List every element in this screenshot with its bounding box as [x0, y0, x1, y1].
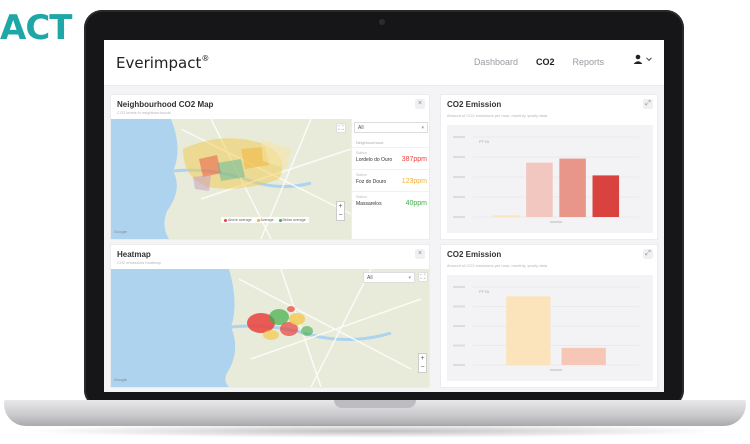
zoom-in-button[interactable]: +: [337, 202, 344, 211]
panel-subtitle: Amount of CO2 emissions per hour, monthl…: [447, 263, 547, 268]
y-tick-placeholder: [453, 156, 465, 158]
station-meta: Station: [356, 173, 367, 177]
legend-item: Below average: [278, 218, 306, 222]
chevron-down-icon: ▾: [421, 125, 424, 131]
chevron-down-icon: [646, 57, 652, 62]
panel-title: CO2 Emission: [447, 250, 502, 259]
legend-item: Average: [256, 218, 274, 222]
y-tick-placeholder: [453, 136, 465, 138]
zoom-in-button[interactable]: +: [419, 354, 426, 363]
x-tick-placeholder: [550, 221, 562, 223]
chart-bar: [526, 162, 553, 217]
app-header: Everimpact® Dashboard CO2 Reports: [104, 40, 664, 86]
y-tick-placeholder: [453, 216, 465, 218]
close-icon[interactable]: ×: [415, 99, 425, 109]
y-tick-placeholder: [453, 286, 465, 288]
station-value: 40ppm: [405, 200, 427, 207]
station-row[interactable]: Station Foz do Douro 123ppm: [352, 169, 429, 191]
y-tick-placeholder: [453, 344, 465, 347]
nav-reports[interactable]: Reports: [572, 57, 604, 67]
logo-mark: ®: [201, 54, 210, 63]
chart-bar: [561, 347, 606, 365]
main-nav: Dashboard CO2 Reports: [474, 57, 604, 67]
map-credit: Google: [114, 229, 127, 234]
heatmap-map[interactable]: Google All ▾ ⛶ + −: [111, 269, 429, 387]
map-zoom-control: + −: [336, 201, 345, 221]
chart-bar: [506, 296, 551, 365]
laptop-shadow: [20, 424, 730, 438]
chart-bar: [559, 158, 586, 217]
neighbourhood-map[interactable]: Above average Average Below average Goog…: [111, 119, 429, 239]
legend-item: Above average: [224, 218, 252, 222]
legend-label: Above average: [228, 218, 252, 222]
logo-text: Everimpact: [116, 54, 202, 72]
laptop-lid: Everimpact® Dashboard CO2 Reports Neighb…: [84, 10, 684, 408]
panel-title: Neighbourhood CO2 Map: [117, 100, 214, 109]
expand-icon[interactable]: ⤢: [643, 249, 653, 259]
panel-title: CO2 Emission: [447, 100, 502, 109]
chart-bar: [592, 175, 620, 217]
panel-subtitle: CO2 emissions heatmap: [117, 260, 161, 265]
y-tick-placeholder: [453, 176, 465, 178]
heatmap-graphic: [111, 269, 429, 387]
chart-bar: [492, 215, 520, 217]
series-label: PTYA: [479, 139, 489, 144]
station-row[interactable]: Station Lordelo do Ouro 387ppm: [352, 147, 429, 169]
station-filter-dropdown[interactable]: All ▾: [354, 122, 428, 133]
user-menu[interactable]: [633, 54, 652, 64]
map-legend: Above average Average Below average: [221, 217, 309, 223]
y-tick-placeholder: [453, 305, 465, 308]
zoom-out-button[interactable]: −: [337, 211, 344, 220]
station-meta: Station: [356, 151, 367, 155]
fullscreen-icon[interactable]: ⛶: [336, 123, 346, 133]
close-icon[interactable]: ×: [415, 249, 425, 259]
camera: [379, 19, 385, 25]
map-credit: Google: [114, 377, 127, 382]
chevron-down-icon: ▾: [408, 275, 411, 281]
zoom-out-button[interactable]: −: [419, 363, 426, 372]
nav-co2[interactable]: CO2: [536, 57, 555, 67]
emission-chart: PTYA: [453, 286, 639, 371]
co2-emission-panel: CO2 Emission Amount of CO2 emissions per…: [440, 244, 658, 388]
legend-label: Below average: [282, 218, 306, 222]
panel-title: Heatmap: [117, 250, 151, 259]
panel-subtitle: CO2 levels in neighbourhoods: [117, 110, 171, 115]
station-list-header: Neighbourhood: [356, 140, 384, 145]
y-tick-placeholder: [453, 196, 465, 198]
map-zoom-control: + −: [418, 353, 427, 373]
expand-icon[interactable]: ⤢: [643, 99, 653, 109]
x-tick-placeholder: [550, 369, 562, 371]
laptop-base: [4, 400, 746, 426]
brand-logo-fragment: ACT: [0, 8, 72, 48]
legend-label: Average: [260, 218, 274, 222]
y-tick-placeholder: [453, 325, 465, 327]
laptop-screen: Everimpact® Dashboard CO2 Reports Neighb…: [104, 40, 664, 392]
y-tick-placeholder: [453, 364, 465, 366]
chart-area: PTYA: [447, 125, 653, 233]
panel-subtitle: Amount of CO2 emissions per hour, monthl…: [447, 113, 547, 118]
heatmap-filter-dropdown[interactable]: All ▾: [363, 272, 415, 283]
station-row[interactable]: Station Massarelos 40ppm: [352, 191, 429, 213]
co2-emission-panel: CO2 Emission Amount of CO2 emissions per…: [440, 94, 658, 240]
dropdown-value: All: [367, 275, 373, 281]
nav-dashboard[interactable]: Dashboard: [474, 57, 518, 67]
station-meta: Station: [356, 195, 367, 199]
laptop-base-notch: [334, 400, 416, 408]
heatmap-panel: Heatmap CO2 emissions heatmap × Google A…: [110, 244, 430, 388]
emission-chart: PTYA: [453, 136, 639, 223]
dropdown-value: All: [358, 125, 364, 131]
neighbourhood-map-panel: Neighbourhood CO2 Map CO2 levels in neig…: [110, 94, 430, 240]
series-label: PTYA: [479, 289, 489, 294]
chart-area: PTYA: [447, 275, 653, 381]
app-logo[interactable]: Everimpact®: [116, 54, 209, 72]
station-value: 123ppm: [401, 178, 427, 185]
station-list: All ▾ Neighbourhood Station Lordelo do O…: [351, 119, 429, 239]
user-icon: [633, 54, 643, 64]
fullscreen-icon[interactable]: ⛶: [418, 272, 428, 282]
station-value: 387ppm: [401, 156, 427, 163]
